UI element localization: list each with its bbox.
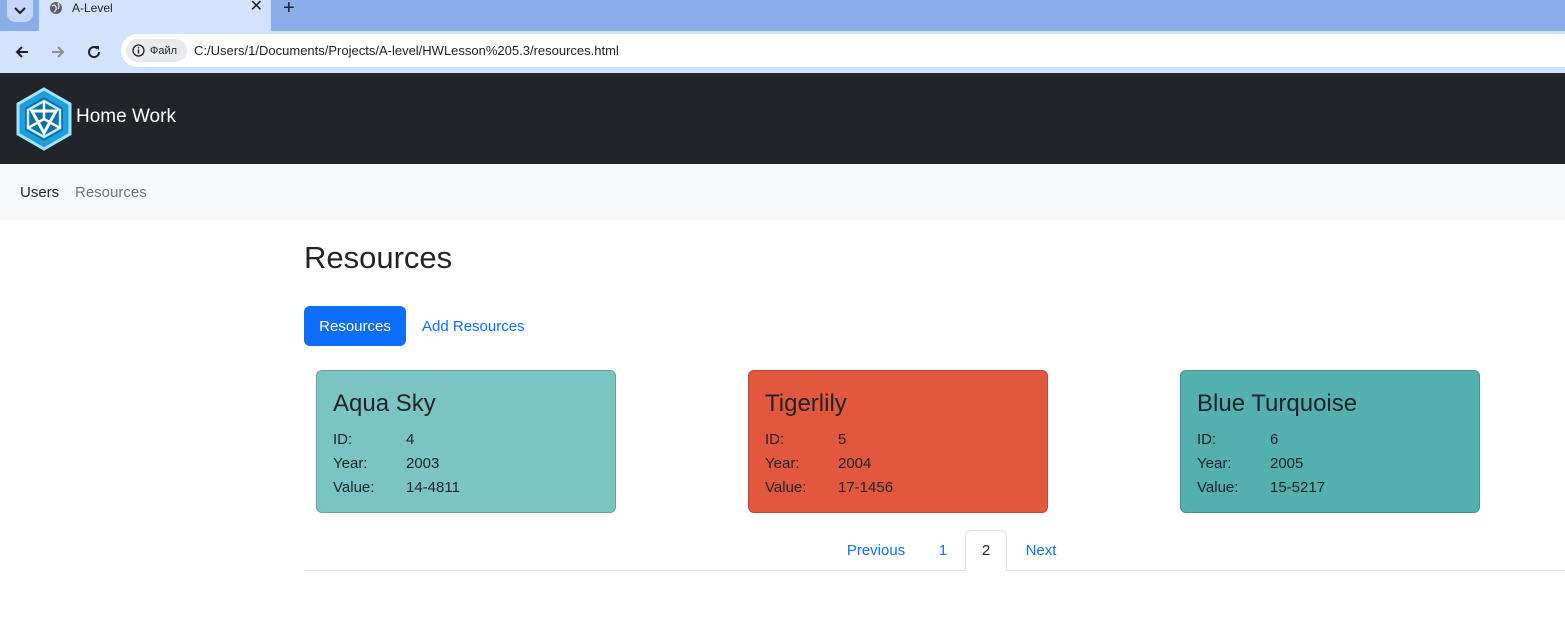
pagination-page-2[interactable]: 2: [965, 530, 1007, 571]
card-row-id: ID: 4: [333, 428, 599, 452]
card-row-id: ID: 5: [765, 428, 1031, 452]
id-value: 5: [838, 431, 847, 448]
tab-title: A-Level: [72, 1, 113, 15]
card-row-year: Year: 2004: [765, 452, 1031, 476]
site-chip-label: Файл: [150, 44, 178, 57]
card-row-value: Value: 15-5217: [1197, 476, 1463, 500]
pagination-page-1[interactable]: 1: [924, 530, 962, 571]
id-value: 4: [406, 431, 415, 448]
reload-icon: [88, 46, 101, 59]
forward-button[interactable]: [46, 40, 70, 64]
back-button[interactable]: [10, 40, 34, 64]
value-value: 17-1456: [838, 479, 894, 496]
value-value: 14-4811: [406, 479, 460, 496]
arrow-left-icon: [15, 46, 28, 58]
year-value: 2003: [406, 455, 440, 472]
card-row-value: Value: 14-4811: [333, 476, 599, 500]
id-value: 6: [1270, 431, 1279, 448]
reload-button[interactable]: [82, 40, 106, 64]
browser-tab-strip: A-Level ✕ +: [0, 0, 1565, 31]
page-title: Resources: [304, 240, 453, 275]
id-label: ID:: [765, 431, 785, 448]
brand-title[interactable]: Home Work: [76, 106, 176, 128]
value-label: Value:: [765, 479, 807, 496]
year-value: 2004: [838, 455, 872, 472]
browser-tab[interactable]: A-Level ✕: [39, 0, 271, 31]
nav-link-resources[interactable]: Resources: [75, 184, 147, 201]
sub-navbar: Users Resources: [0, 164, 1565, 220]
address-bar[interactable]: Файл C:/Users/1/Documents/Projects/A-lev…: [121, 34, 1565, 67]
pagination-previous[interactable]: Previous: [836, 530, 916, 571]
card-row-value: Value: 17-1456: [765, 476, 1031, 500]
nav-link-users[interactable]: Users: [20, 184, 59, 201]
chevron-down-icon: [14, 7, 26, 15]
resource-card-blue-turquoise: Blue Turquoise ID: 6 Year: 2005 Value: 15-5…: [1180, 370, 1480, 513]
card-row-year: Year: 2003: [333, 452, 599, 476]
id-label: ID:: [1197, 431, 1217, 448]
browser-toolbar: Файл C:/Users/1/Documents/Projects/A-lev…: [0, 31, 1565, 73]
resource-card-aqua-sky: Aqua Sky ID: 4 Year: 2003 Value: 14-4811: [316, 370, 616, 513]
card-title: Aqua Sky: [333, 390, 436, 417]
tab-resources[interactable]: Resources: [304, 306, 406, 346]
new-tab-button[interactable]: +: [283, 0, 295, 18]
brand-logo-icon[interactable]: [14, 87, 74, 151]
tab-search-button[interactable]: [7, 0, 33, 22]
site-info-chip[interactable]: Файл: [126, 39, 187, 62]
tab-add-resources[interactable]: Add Resources: [422, 318, 525, 335]
info-icon: [132, 44, 145, 57]
card-title: Blue Turquoise: [1197, 390, 1358, 417]
year-value: 2005: [1270, 455, 1304, 472]
close-tab-icon[interactable]: ✕: [250, 0, 263, 15]
url-text[interactable]: C:/Users/1/Documents/Projects/A-level/HW…: [194, 43, 619, 58]
pagination-next[interactable]: Next: [1014, 530, 1068, 571]
globe-icon: [50, 2, 62, 14]
value-label: Value:: [1197, 479, 1239, 496]
year-label: Year:: [765, 455, 800, 472]
card-title: Tigerlily: [765, 390, 847, 417]
value-label: Value:: [333, 479, 375, 496]
resource-card-tigerlily: Tigerlily ID: 5 Year: 2004 Value: 17-1456: [748, 370, 1048, 513]
value-value: 15-5217: [1270, 479, 1326, 496]
top-navbar: Home Work: [0, 73, 1565, 164]
card-row-id: ID: 6: [1197, 428, 1463, 452]
arrow-right-icon: [52, 46, 65, 58]
year-label: Year:: [333, 455, 368, 472]
card-row-year: Year: 2005: [1197, 452, 1463, 476]
year-label: Year:: [1197, 455, 1232, 472]
id-label: ID:: [333, 431, 353, 448]
